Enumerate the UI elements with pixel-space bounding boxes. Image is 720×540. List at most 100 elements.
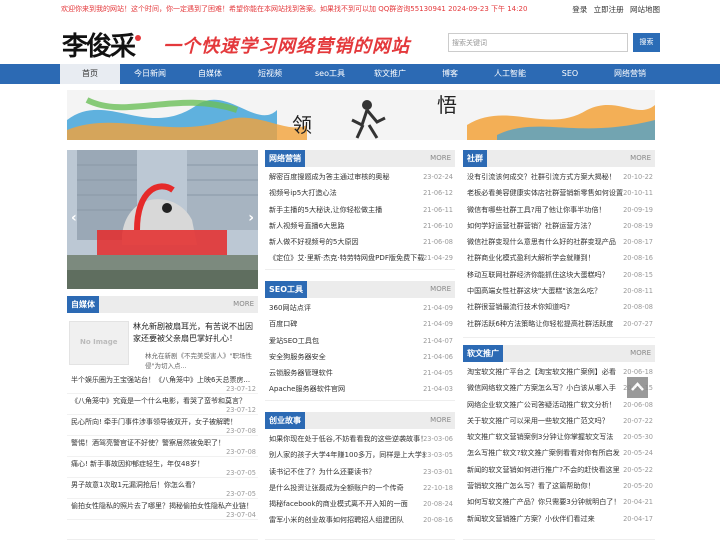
list-item[interactable]: 解密百度搜题成为答主通过审核的奥秘 23-02-24 xyxy=(265,169,455,185)
more-link[interactable]: MORE xyxy=(630,349,651,357)
more-link[interactable]: MORE xyxy=(430,285,451,293)
list-item[interactable]: 偷拍女性隐私的照片去了哪里？揭秘偷拍女性隐私产业链！ 23-07-04 xyxy=(67,499,258,520)
article-title[interactable]: 如何学好运营社群营销？社群运营方法？ xyxy=(467,218,625,234)
list-item[interactable]: 是什么投资让张磊成为全额账户的一个传奇 22-10-18 xyxy=(265,480,455,496)
list-item[interactable]: 网络企业软文推广公司答疑活动推广软文分析！ 20-06-08 xyxy=(463,397,655,413)
nav-item-ruanwen[interactable]: 软文推广 xyxy=(360,64,420,84)
list-item[interactable]: 社群活跃6种方法策略让你轻松提高社群活跃度 20-07-27 xyxy=(463,316,655,332)
article-title[interactable]: 营销软文推广怎么写？看了这篇帮助你！ xyxy=(467,478,625,494)
more-link[interactable]: MORE xyxy=(630,154,651,162)
article-title[interactable]: 微信社群变现什么意思有什么好的社群变现产品 xyxy=(467,234,625,250)
article-title[interactable]: 《定位》艾·里斯·杰克·特劳特网盘PDF版免费下载 xyxy=(269,250,425,266)
list-item[interactable]: 新闻的软文营销如何进行推广?不会的赶快看这里 20-05-22 xyxy=(463,462,655,478)
list-item[interactable]: 新人视频号直播6大思路 21-06-10 xyxy=(265,218,455,234)
back-to-top-button[interactable] xyxy=(627,377,648,398)
register-link[interactable]: 立即注册 xyxy=(594,5,624,14)
article-title[interactable]: 社群商业化模式盈利大解析学会就赚到！ xyxy=(467,250,625,266)
more-link[interactable]: MORE xyxy=(430,416,451,424)
list-item[interactable]: 怎么写推广软文?软文推广案例看看对你有所启发 20-05-24 xyxy=(463,445,655,461)
more-link[interactable]: MORE xyxy=(233,300,254,308)
list-item[interactable]: 移动互联网社群经济你能抓住这块大蛋糕吗？ 20-08-15 xyxy=(463,267,655,283)
article-title[interactable]: 新闻软文营销推广方案？小伙伴们看过来 xyxy=(467,511,625,527)
login-link[interactable]: 登录 xyxy=(572,5,587,14)
image-slider[interactable]: ‹ › xyxy=(67,150,258,289)
list-item[interactable]: Apache服务器软件官网 21-04-03 xyxy=(265,381,455,397)
nav-item-zimeiti[interactable]: 自媒体 xyxy=(180,64,240,84)
nav-item-ai[interactable]: 人工智能 xyxy=(480,64,540,84)
list-item[interactable]: 云锁服务器管理软件 21-04-05 xyxy=(265,365,455,381)
article-title[interactable]: 360网站点评 xyxy=(269,300,425,316)
article-title[interactable]: 安全狗服务器安全 xyxy=(269,349,425,365)
list-item[interactable]: 没有引流该何成交？社群引流方式方案大揭秘！ 20-10-22 xyxy=(463,169,655,185)
list-item[interactable]: 警惕！酒驾亮警官证不好使？警察居然被免职了！ 23-07-08 xyxy=(67,436,258,457)
list-item[interactable]: 《定位》艾·里斯·杰克·特劳特网盘PDF版免费下载 21-04-29 xyxy=(265,250,455,266)
site-logo[interactable]: 李俊采 xyxy=(62,26,142,63)
article-title[interactable]: 微信有哪些社群工具?用了他让你事半功倍！ xyxy=(467,202,625,218)
list-item[interactable]: 微信有哪些社群工具?用了他让你事半功倍！ 20-09-19 xyxy=(463,202,655,218)
article-title[interactable]: 百度口碑 xyxy=(269,316,425,332)
section-title[interactable]: 社群 xyxy=(463,150,487,167)
article-title[interactable]: 视频号ip5大打造心法 xyxy=(269,185,425,201)
list-item[interactable]: 《八角笼中》究竟是一个什么电影，看哭了蛮爷和莫言？ 23-07-12 xyxy=(67,394,258,415)
article-title[interactable]: 新手主播的5大秘诀,让你轻松做主播 xyxy=(269,202,425,218)
list-item[interactable]: 安全狗服务器安全 21-04-06 xyxy=(265,349,455,365)
article-title[interactable]: 别人家的孩子大学4年赚100多万，同样是上大学差距怎么... xyxy=(269,447,425,463)
article-title[interactable]: 新闻的软文营销如何进行推广?不会的赶快看这里 xyxy=(467,462,625,478)
article-title[interactable]: 社群很营销最流行技术你知道吗? xyxy=(467,299,625,315)
list-item[interactable]: 中国高端女性社群这块"大蛋糕"该怎么吃？ 20-08-11 xyxy=(463,283,655,299)
list-item[interactable]: 如何写软文推广产品？你只需要3分钟就明白了！ 20-04-21 xyxy=(463,494,655,510)
list-item[interactable]: 痛心! 新手事故因抑郁症轻生，年仅48岁！ 23-07-05 xyxy=(67,457,258,478)
feature-title[interactable]: 林允新剧被扇耳光，有苦说不出因家还要被父亲扇巴掌好扎心！ xyxy=(133,321,256,345)
article-title[interactable]: 《八角笼中》究竟是一个什么电影，看哭了蛮爷和莫言？ xyxy=(71,396,251,406)
search-button[interactable]: 搜索 xyxy=(633,33,660,52)
list-item[interactable]: 视频号ip5大打造心法 21-06-12 xyxy=(265,185,455,201)
list-item[interactable]: 软文推广软文营销案例3分钟让你掌握软文写法 20-05-30 xyxy=(463,429,655,445)
list-item[interactable]: 老板必看美容健康实体店社群营销新零售如何设置 20-10-11 xyxy=(463,185,655,201)
list-item[interactable]: 如何学好运营社群营销？社群运营方法？ 20-08-19 xyxy=(463,218,655,234)
list-item[interactable]: 如果你现在处于低谷,不妨看看我的这些逆袭故事！ 23-03-06 xyxy=(265,431,455,447)
sitemap-link[interactable]: 网站地图 xyxy=(630,5,660,14)
section-title[interactable]: SEO工具 xyxy=(265,281,308,298)
list-item[interactable]: 雷军小米的创业故事如何招聘招人组建团队 20-08-16 xyxy=(265,512,455,528)
article-title[interactable]: 民心所向! 牵手门事件涉事领导被双开，女子被解聘！ xyxy=(71,417,251,427)
article-title[interactable]: 怎么写推广软文?软文推广案例看看对你有所启发 xyxy=(467,445,625,461)
article-title[interactable]: 偷拍女性隐私的照片去了哪里？揭秘偷拍女性隐私产业链！ xyxy=(71,501,251,511)
search-input[interactable]: 搜索关键词 xyxy=(448,33,628,52)
article-title[interactable]: 雷军小米的创业故事如何招聘招人组建团队 xyxy=(269,512,425,528)
more-link[interactable]: MORE xyxy=(430,154,451,162)
list-item[interactable]: 别人家的孩子大学4年赚100多万，同样是上大学差距怎么...23-03-05 xyxy=(265,447,455,463)
article-title[interactable]: 云锁服务器管理软件 xyxy=(269,365,425,381)
list-item[interactable]: 爱站SEO工具包 21-04-07 xyxy=(265,333,455,349)
nav-item-home[interactable]: 首页 xyxy=(60,64,120,84)
list-item[interactable]: 民心所向! 牵手门事件涉事领导被双开，女子被解聘！ 23-07-08 xyxy=(67,415,258,436)
article-title[interactable]: 新人做不好视频号的5大原因 xyxy=(269,234,425,250)
list-item[interactable]: 关于软文推广可以采用一些软文推广范文吗？ 20-07-22 xyxy=(463,413,655,429)
list-item[interactable]: 读书记不住了？为什么还要读书？ 23-03-01 xyxy=(265,464,455,480)
article-title[interactable]: 网络企业软文推广公司答疑活动推广软文分析！ xyxy=(467,397,625,413)
section-title[interactable]: 创业故事 xyxy=(265,412,305,429)
article-title[interactable]: 读书记不住了？为什么还要读书？ xyxy=(269,464,425,480)
feature-article[interactable]: No Image 林允新剧被扇耳光，有苦说不出因家还要被父亲扇巴掌好扎心！ 林允… xyxy=(67,313,258,373)
article-title[interactable]: 揭秘facebook的商业模式离不开入知的一面 xyxy=(269,496,425,512)
section-title[interactable]: 软文推广 xyxy=(463,345,503,362)
section-title[interactable]: 自媒体 xyxy=(67,296,99,313)
list-item[interactable]: 揭秘facebook的商业模式离不开入知的一面 20-08-24 xyxy=(265,496,455,512)
article-title[interactable]: Apache服务器软件官网 xyxy=(269,381,425,397)
list-item[interactable]: 百度口碑 21-04-09 xyxy=(265,316,455,332)
slider-prev-icon[interactable]: ‹ xyxy=(71,210,77,226)
section-title[interactable]: 网络营销 xyxy=(265,150,305,167)
article-title[interactable]: 老板必看美容健康实体店社群营销新零售如何设置 xyxy=(467,185,625,201)
nav-item-video[interactable]: 短视频 xyxy=(240,64,300,84)
article-title[interactable]: 关于软文推广可以采用一些软文推广范文吗？ xyxy=(467,413,625,429)
nav-item-seo[interactable]: SEO xyxy=(540,64,600,84)
nav-item-marketing[interactable]: 网络营销 xyxy=(600,64,660,84)
nav-item-news[interactable]: 今日新闻 xyxy=(120,64,180,84)
list-item[interactable]: 新闻软文营销推广方案？小伙伴们看过来 20-04-17 xyxy=(463,511,655,527)
article-title[interactable]: 软文推广软文营销案例3分钟让你掌握软文写法 xyxy=(467,429,625,445)
banner-image[interactable]: 领 悟 xyxy=(67,90,655,140)
article-title[interactable]: 警惕！酒驾亮警官证不好使？警察居然被免职了！ xyxy=(71,438,251,448)
list-item[interactable]: 男子故意1次取1元漏洞抢后！你怎么看？ 23-07-05 xyxy=(67,478,258,499)
list-item[interactable]: 社群商业化模式盈利大解析学会就赚到！ 20-08-16 xyxy=(463,250,655,266)
article-title[interactable]: 如何写软文推广产品？你只需要3分钟就明白了！ xyxy=(467,494,625,510)
list-item[interactable]: 营销软文推广怎么写？看了这篇帮助你！ 20-05-20 xyxy=(463,478,655,494)
